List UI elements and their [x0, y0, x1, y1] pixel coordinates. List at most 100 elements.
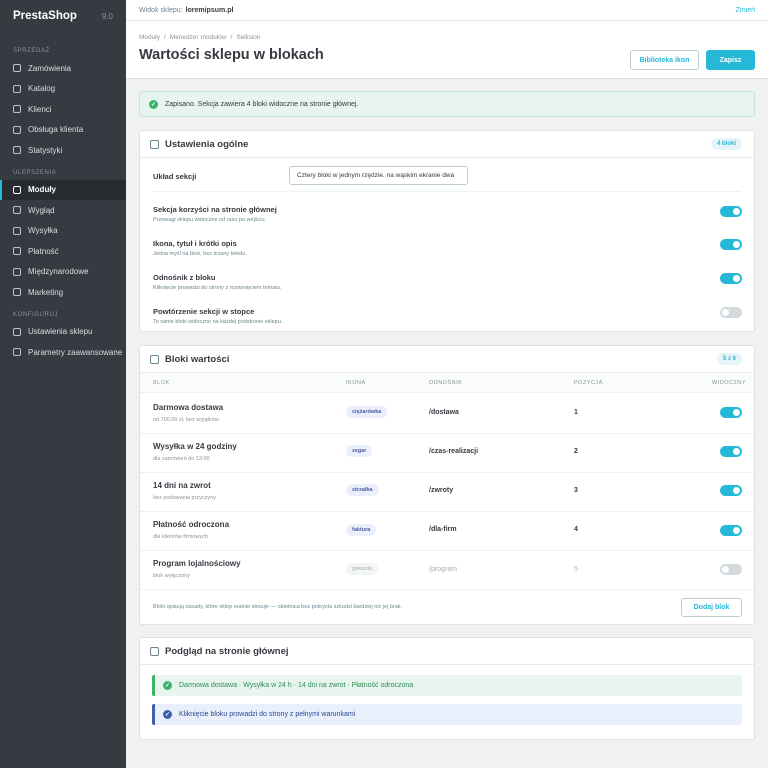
block-position: 1 — [574, 409, 578, 416]
block-link[interactable]: /zwroty — [429, 487, 453, 494]
row-divider — [140, 511, 754, 512]
check-circle-icon: ✓ — [163, 681, 172, 690]
option-title: Ikona, tytuł i krótki opis — [153, 239, 237, 248]
sidebar-item-label: Wygląd — [28, 205, 55, 215]
catalog-icon — [13, 84, 21, 93]
modules-icon — [13, 185, 21, 194]
shop-params-icon — [13, 327, 21, 336]
sidebar-item-international[interactable]: Międzynarodowe — [0, 262, 126, 283]
save-button[interactable]: Zapisz — [706, 50, 755, 70]
shop-url[interactable]: loremipsum.pl — [186, 7, 234, 14]
stats-icon — [13, 146, 21, 155]
check-circle-icon: ✓ — [163, 710, 172, 719]
block-position: 3 — [574, 487, 578, 494]
value-blocks-card: Bloki wartości 5 z 6 BLOK IKONA ODNOŚNIK… — [139, 345, 755, 625]
shop-view: Widok sklepu: loremipsum.pl — [139, 7, 233, 14]
sidebar-item-orders[interactable]: Zamówienia — [0, 58, 126, 79]
sidebar-item-label: Płatność — [28, 246, 59, 256]
success-alert: ✓ Zapisano. Sekcja zawiera 4 bloki widoc… — [139, 91, 755, 117]
block-link[interactable]: /dostawa — [429, 409, 459, 416]
sidebar-item-label: Statystyki — [28, 145, 63, 155]
sidebar-item-design[interactable]: Wygląd — [0, 200, 126, 221]
block-link[interactable]: /czas-realizacji — [429, 448, 478, 455]
change-shop-link[interactable]: Zmień — [736, 7, 755, 14]
toggle-block-link[interactable] — [720, 273, 742, 284]
visible-toggle[interactable] — [720, 485, 742, 496]
preview-info-text: Kliknięcie bloku prowadzi do strony z pe… — [179, 711, 356, 718]
breadcrumb-separator: / — [163, 34, 166, 41]
preview-card: Podgląd na stronie głównej ✓ Darmowa dos… — [139, 637, 755, 740]
sidebar-item-stats[interactable]: Statystyki — [0, 140, 126, 161]
visible-toggle[interactable] — [720, 407, 742, 418]
breadcrumb-item[interactable]: Menedżer modułów — [170, 34, 227, 41]
icon-library-button[interactable]: Biblioteka ikon — [630, 50, 699, 70]
add-block-button[interactable]: Dodaj blok — [681, 598, 742, 617]
card-header: Podgląd na stronie głównej — [140, 638, 754, 665]
toggle-benefits-section[interactable] — [720, 206, 742, 217]
block-position: 5 — [574, 566, 578, 573]
sidebar-item-label: Marketing — [28, 287, 64, 297]
blocks-icon — [150, 354, 159, 364]
sidebar-item-customer-service[interactable]: Obsługa klienta — [0, 120, 126, 141]
block-name: 14 dni na zwrot — [153, 481, 211, 490]
breadcrumb-separator: / — [230, 34, 233, 41]
sidebar-item-modules[interactable]: Moduły — [0, 179, 126, 200]
sidebar: PrestaShop 9.0 SPRZEDAŻ Zamówienia Katal… — [0, 0, 126, 768]
column-header: WIDOCZNY — [712, 380, 746, 386]
column-header: POZYCJA — [574, 380, 603, 386]
block-sub: dla zamówień do 13:00 — [153, 456, 210, 462]
customer-service-icon — [13, 125, 21, 134]
sidebar-item-payment[interactable]: Płatność — [0, 241, 126, 262]
success-alert-text: Zapisano. Sekcja zawiera 4 bloki widoczn… — [165, 100, 359, 108]
design-icon — [13, 206, 21, 215]
option-footer-repeat: Powtórzenie sekcji w stopce Te same blok… — [153, 307, 282, 325]
toggle-icon-title-desc[interactable] — [720, 239, 742, 250]
breadcrumb: Moduły / Menedżer modułów / Sellision — [139, 34, 261, 41]
sidebar-item-label: Ustawienia sklepu — [28, 327, 93, 337]
row-divider — [140, 589, 754, 590]
visible-toggle[interactable] — [720, 525, 742, 536]
block-link[interactable]: /program — [429, 566, 457, 573]
layout-select[interactable]: Cztery bloki w jednym rzędzie, na wąskim… — [289, 166, 468, 185]
icon-pill: strzałka — [346, 484, 379, 496]
visible-toggle[interactable] — [720, 446, 742, 457]
option-benefits-section: Sekcja korzyści na stronie głównej Przew… — [153, 205, 277, 223]
sidebar-item-label: Katalog — [28, 84, 56, 94]
block-link[interactable]: /dla-firm — [429, 526, 457, 533]
sidebar-item-label: Obsługa klienta — [28, 125, 84, 135]
block-position: 4 — [574, 526, 578, 533]
sidebar-item-label: Parametry zaawansowane — [28, 347, 123, 357]
toggle-footer-repeat[interactable] — [720, 307, 742, 318]
block-sub: dla klientów firmowych — [153, 534, 209, 540]
blocks-count-badge: 4 bloki — [710, 138, 742, 150]
sidebar-item-label: Moduły — [28, 185, 56, 195]
page-title: Wartości sklepu w blokach — [139, 47, 324, 63]
international-icon — [13, 267, 21, 276]
visible-count-badge: 5 z 6 — [716, 353, 742, 365]
payment-icon — [13, 247, 21, 256]
sidebar-item-label: Zamówienia — [28, 63, 72, 73]
sidebar-item-marketing[interactable]: Marketing — [0, 282, 126, 303]
card-header: Ustawienia ogólne 4 bloki — [140, 131, 754, 158]
sidebar-item-advanced-params[interactable]: Parametry zaawansowane — [0, 342, 126, 363]
sidebar-item-shipping[interactable]: Wysyłka — [0, 221, 126, 242]
breadcrumb-item[interactable]: Moduły — [139, 34, 160, 41]
check-circle-icon: ✓ — [149, 99, 158, 109]
row-divider — [140, 472, 754, 473]
row-divider — [140, 433, 754, 434]
row-divider — [140, 550, 754, 551]
divider — [153, 191, 741, 192]
icon-pill: faktura — [346, 524, 377, 536]
sidebar-item-shop-params[interactable]: Ustawienia sklepu — [0, 322, 126, 343]
column-header: IKONA — [346, 380, 366, 386]
advanced-params-icon — [13, 348, 21, 357]
sidebar-item-customers[interactable]: Klienci — [0, 99, 126, 120]
logo[interactable]: PrestaShop — [13, 10, 77, 22]
sidebar-item-catalog[interactable]: Katalog — [0, 79, 126, 100]
version-label: 9.0 — [101, 11, 113, 21]
marketing-icon — [13, 288, 21, 297]
block-sub: blok wyłączony — [153, 573, 190, 579]
visible-toggle[interactable] — [720, 564, 742, 575]
option-desc: Te same bloki widoczne na każdej podstro… — [153, 319, 283, 325]
block-name: Program lojalnościowy — [153, 559, 241, 568]
